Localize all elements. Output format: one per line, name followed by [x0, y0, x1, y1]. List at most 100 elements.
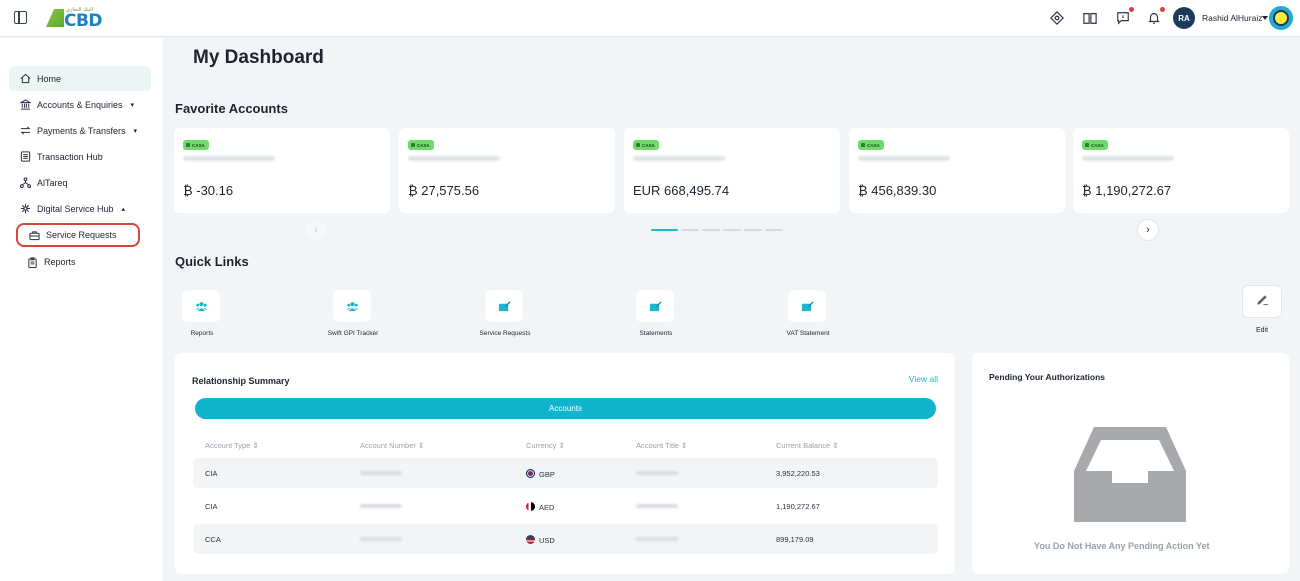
- flag-ae-icon: [526, 502, 535, 511]
- sidebar-item-home[interactable]: Home: [9, 66, 151, 91]
- quick-link-label: Statements: [639, 330, 673, 337]
- cbd-logo[interactable]: البنك التجاري CBD: [46, 7, 104, 31]
- sidebar-item-payments-transfers[interactable]: Payments & Transfers ▾: [9, 118, 151, 143]
- book-icon[interactable]: [1082, 10, 1098, 26]
- pager-dot[interactable]: [723, 229, 741, 231]
- pager-dot[interactable]: [744, 229, 762, 231]
- cell-currency: USD: [526, 535, 555, 545]
- cell-account-number-redacted: [360, 537, 402, 541]
- flag-gb-icon: [526, 469, 535, 478]
- pending-authorizations-title: Pending Your Authorizations: [989, 372, 1106, 382]
- quick-link-reports[interactable]: Reports: [162, 290, 242, 350]
- tag-icon[interactable]: [1049, 10, 1065, 26]
- edit-document-icon: [485, 290, 523, 322]
- cell-account-type: CIA: [205, 469, 218, 478]
- table-row[interactable]: CCA USD 899,179.09: [193, 524, 938, 554]
- account-card[interactable]: CASA ₿ 27,575.56: [399, 128, 615, 213]
- sidebar-toggle-icon[interactable]: [14, 11, 27, 24]
- casa-tag: CASA: [858, 140, 884, 150]
- account-card[interactable]: CASA ₿ 1,190,272.67: [1073, 128, 1289, 213]
- column-header-current-balance[interactable]: Current Balance ⇕: [776, 441, 839, 450]
- cell-account-number-redacted: [360, 471, 402, 475]
- chevron-up-icon: ▴: [121, 205, 126, 213]
- transfer-icon: [19, 125, 31, 137]
- tab-accounts[interactable]: Accounts: [195, 398, 936, 419]
- sidebar-item-label: Payments & Transfers: [37, 125, 126, 136]
- user-name[interactable]: Rashid AlHuraiz: [1202, 13, 1262, 23]
- relationship-summary-title: Relationship Summary: [192, 376, 290, 386]
- users-icon: [333, 290, 371, 322]
- notification-badge: [1160, 7, 1165, 12]
- quick-link-swift-gpi-tracker[interactable]: Swift GPI Tracker: [313, 290, 393, 350]
- sidebar-item-label: AlTareq: [37, 177, 68, 188]
- cell-account-number-redacted: [360, 504, 402, 508]
- cell-currency: GBP: [526, 469, 555, 479]
- user-menu-caret-icon[interactable]: [1262, 16, 1268, 20]
- account-name-redacted: [858, 156, 950, 161]
- empty-inbox-icon: [1074, 427, 1186, 522]
- profile-badge-icon[interactable]: [1269, 6, 1293, 30]
- carousel-next-button[interactable]: ›: [1137, 219, 1159, 241]
- quick-link-service-requests[interactable]: Service Requests: [465, 290, 545, 350]
- view-all-link[interactable]: View all: [909, 374, 938, 384]
- pending-empty-message: You Do Not Have Any Pending Action Yet: [1034, 541, 1210, 551]
- account-card[interactable]: CASA ₿ 456,839.30: [849, 128, 1065, 213]
- casa-tag: CASA: [633, 140, 659, 150]
- account-name-redacted: [1082, 156, 1174, 161]
- carousel-prev-button[interactable]: ‹: [305, 219, 327, 241]
- message-icon[interactable]: [1115, 7, 1134, 26]
- casa-tag: CASA: [408, 140, 434, 150]
- pager-dot[interactable]: [681, 229, 699, 231]
- casa-tag: CASA: [183, 140, 209, 150]
- table-row[interactable]: CIA AED 1,190,272.67: [193, 491, 938, 521]
- quick-link-statements[interactable]: Statements: [616, 290, 696, 350]
- account-card[interactable]: CASA ₿ -30.16: [174, 128, 390, 213]
- sidebar-subitem-service-requests[interactable]: Service Requests: [16, 223, 140, 247]
- account-card[interactable]: CASA EUR 668,495.74: [624, 128, 840, 213]
- bell-icon[interactable]: [1146, 7, 1165, 26]
- column-header-account-number[interactable]: Account Number ⇕: [360, 441, 424, 450]
- edit-quick-links-button[interactable]: [1242, 285, 1282, 318]
- user-avatar[interactable]: RA: [1173, 7, 1195, 29]
- cell-account-title-redacted: [636, 537, 678, 541]
- sidebar-item-label: Transaction Hub: [37, 151, 103, 162]
- edit-document-icon: [788, 290, 826, 322]
- account-name-redacted: [183, 156, 275, 161]
- chevron-down-icon: ▾: [133, 127, 138, 135]
- edit-label: Edit: [1255, 327, 1269, 334]
- cell-balance: 899,179.09: [776, 535, 814, 544]
- users-icon: [182, 290, 220, 322]
- flag-us-icon: [526, 535, 535, 544]
- sidebar-item-label: Home: [37, 73, 62, 84]
- sidebar-item-altareq[interactable]: AlTareq: [9, 170, 151, 195]
- sidebar-item-accounts-enquiries[interactable]: Accounts & Enquiries ▾: [9, 92, 151, 117]
- sidebar-item-transaction-hub[interactable]: Transaction Hub: [9, 144, 151, 169]
- sidebar-item-label: Digital Service Hub: [37, 203, 114, 214]
- sidebar-item-digital-service-hub[interactable]: Digital Service Hub ▴: [9, 196, 151, 221]
- favorite-accounts-title: Favorite Accounts: [175, 101, 288, 116]
- column-header-currency[interactable]: Currency ⇕: [526, 441, 565, 450]
- quick-links-title: Quick Links: [175, 254, 249, 269]
- logo-mark: [46, 9, 64, 27]
- quick-link-label: VAT Statement: [786, 330, 830, 337]
- message-badge: [1129, 7, 1134, 12]
- pager-dot[interactable]: [765, 229, 783, 231]
- page-title: My Dashboard: [193, 47, 324, 68]
- sidebar: Home Accounts & Enquiries ▾ Payments & T…: [0, 38, 163, 581]
- pager-dot[interactable]: [651, 229, 678, 231]
- cell-account-type: CCA: [205, 535, 221, 544]
- pager-dot[interactable]: [702, 229, 720, 231]
- column-header-account-type[interactable]: Account Type ⇕: [205, 441, 259, 450]
- relationship-summary-panel: Relationship Summary View all Accounts A…: [175, 353, 955, 574]
- quick-link-vat-statement[interactable]: VAT Statement: [768, 290, 848, 350]
- cell-currency: AED: [526, 502, 554, 512]
- account-balance: ₿ 1,190,272.67: [1082, 183, 1172, 198]
- column-header-account-title[interactable]: Account Title ⇕: [636, 441, 687, 450]
- cell-account-type: CIA: [205, 502, 218, 511]
- account-name-redacted: [633, 156, 725, 161]
- top-bar: البنك التجاري CBD RA Rashid AlHuraiz: [0, 0, 1300, 37]
- table-row[interactable]: CIA GBP 3,952,220.53: [193, 458, 938, 488]
- logo-text: CBD: [64, 11, 103, 31]
- sidebar-subitem-reports[interactable]: Reports: [16, 250, 140, 274]
- sidebar-subitem-label: Reports: [44, 257, 76, 267]
